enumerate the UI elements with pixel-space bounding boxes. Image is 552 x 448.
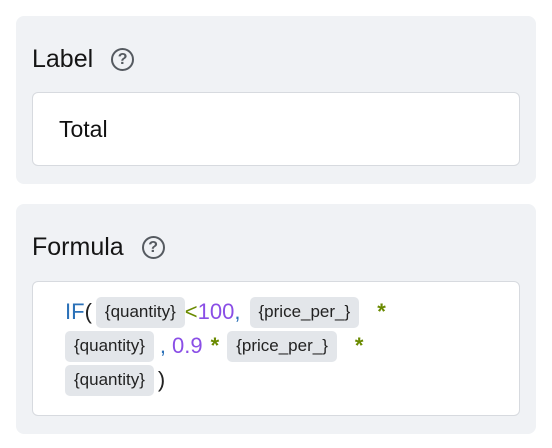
formula-function: IF <box>65 299 85 324</box>
formula-heading: Formula <box>32 233 124 261</box>
formula-operator: * <box>210 333 220 358</box>
formula-editor[interactable]: IF ( {quantity} < 100 , {price_per_} * {… <box>32 281 520 416</box>
formula-paren: ( <box>84 299 92 324</box>
formula-panel: Formula ? IF ( {quantity} < 100 , {price… <box>16 204 536 434</box>
formula-heading-row: Formula ? <box>32 233 165 262</box>
formula-variable-chip[interactable]: {quantity} <box>65 330 154 362</box>
formula-variable-chip[interactable]: {quantity} <box>65 364 154 396</box>
help-icon[interactable]: ? <box>111 48 135 71</box>
formula-operator: < <box>184 299 198 324</box>
label-heading-row: Label ? <box>32 45 135 74</box>
label-panel: Label ? <box>16 16 536 184</box>
formula-operator: * <box>377 299 386 324</box>
label-heading: Label <box>32 45 94 73</box>
formula-comma: , <box>234 299 241 324</box>
label-input[interactable] <box>32 92 520 166</box>
formula-number: 100 <box>197 299 235 324</box>
formula-number: 0.9 <box>172 333 203 358</box>
formula-line: {quantity} ) <box>65 363 499 397</box>
formula-operator: * <box>354 333 364 358</box>
formula-variable-chip[interactable]: {quantity} <box>95 296 185 328</box>
formula-variable-chip[interactable]: {price_per_} <box>227 330 337 362</box>
formula-paren: ) <box>157 367 166 392</box>
formula-comma: , <box>159 333 167 358</box>
formula-line: {quantity} , 0.9 * {price_per_} * <box>65 329 499 363</box>
formula-variable-chip[interactable]: {price_per_} <box>249 296 360 328</box>
help-icon[interactable]: ? <box>141 236 165 259</box>
formula-line: IF ( {quantity} < 100 , {price_per_} * <box>65 295 499 329</box>
